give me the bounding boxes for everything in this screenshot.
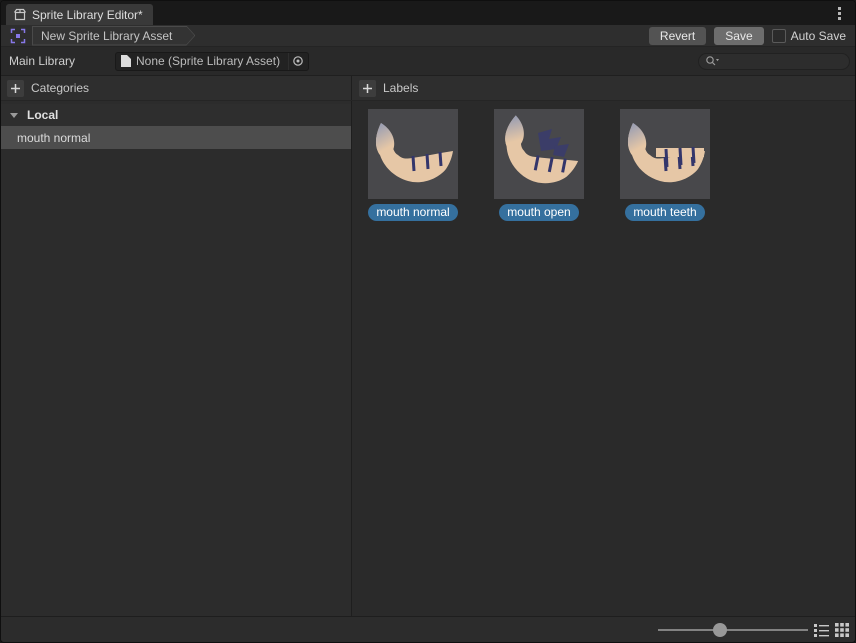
document-icon <box>121 55 131 67</box>
add-label-button[interactable] <box>359 80 376 97</box>
breadcrumb[interactable]: New Sprite Library Asset <box>32 26 195 46</box>
thumbnail-zoom-slider[interactable] <box>658 629 808 631</box>
save-button[interactable]: Save <box>714 27 763 45</box>
label-pill[interactable]: mouth open <box>499 204 578 221</box>
main-library-label: Main Library <box>9 54 75 68</box>
sprite-cell-mouth-teeth: mouth teeth <box>620 109 710 221</box>
revert-button[interactable]: Revert <box>649 27 706 45</box>
add-category-button[interactable] <box>7 80 24 97</box>
label-pill[interactable]: mouth normal <box>368 204 457 221</box>
thumbnail-zoom-slider-handle[interactable] <box>713 623 727 637</box>
category-row-mouth-normal[interactable]: mouth normal <box>1 126 351 149</box>
sprite-asset-icon <box>10 28 26 44</box>
search-icon <box>705 55 720 67</box>
auto-save-checkbox[interactable] <box>772 29 786 43</box>
local-group-label: Local <box>27 108 58 122</box>
grid-view-icon[interactable] <box>834 622 850 638</box>
sprite-library-editor-window: Sprite Library Editor* New Sprite Librar… <box>0 0 856 643</box>
sprite-library-icon <box>13 8 27 22</box>
category-name: mouth normal <box>17 131 90 145</box>
sprite-thumbnail-mouth-teeth[interactable] <box>620 109 710 199</box>
tab-sprite-library-editor[interactable]: Sprite Library Editor* <box>6 4 153 25</box>
tab-title: Sprite Library Editor* <box>32 8 143 22</box>
panel-headers: Categories Labels <box>1 76 855 101</box>
sprite-cell-mouth-open: mouth open <box>494 109 584 221</box>
labels-header: Labels <box>383 81 418 95</box>
sprite-cell-mouth-normal: mouth normal <box>368 109 458 221</box>
foldout-triangle-icon <box>10 113 18 118</box>
main-library-object-field[interactable]: None (Sprite Library Asset) <box>115 52 309 71</box>
search-input[interactable] <box>720 54 843 68</box>
object-picker-icon[interactable] <box>288 53 306 70</box>
local-foldout[interactable]: Local <box>1 104 351 126</box>
sprite-thumbnail-mouth-normal[interactable] <box>368 109 458 199</box>
categories-header: Categories <box>31 81 89 95</box>
tab-bar: Sprite Library Editor* <box>1 1 855 25</box>
list-view-icon[interactable] <box>813 622 829 638</box>
breadcrumb-label: New Sprite Library Asset <box>41 29 172 43</box>
auto-save-label: Auto Save <box>791 29 846 43</box>
main-library-row: Main Library None (Sprite Library Asset) <box>1 47 855 76</box>
sprite-thumbnail-mouth-open[interactable] <box>494 109 584 199</box>
object-field-value: None (Sprite Library Asset) <box>136 54 288 68</box>
kebab-menu-icon[interactable] <box>831 4 847 22</box>
label-pill[interactable]: mouth teeth <box>625 204 704 221</box>
categories-panel: Local mouth normal <box>1 101 352 616</box>
search-field[interactable] <box>698 53 850 70</box>
footer-bar <box>1 616 855 642</box>
labels-panel: mouth normal mouth open <box>352 101 855 616</box>
toolbar: New Sprite Library Asset Revert Save Aut… <box>1 25 855 47</box>
